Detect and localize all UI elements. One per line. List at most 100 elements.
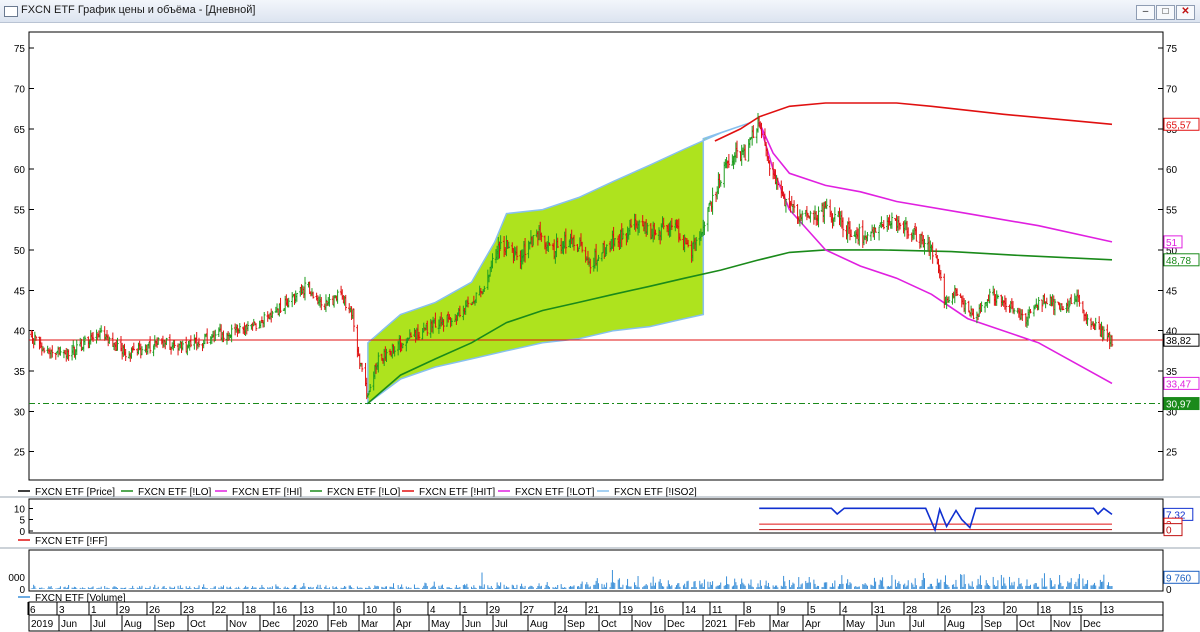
time-bottom-label: Oct [1019,619,1035,630]
time-top-label: 11 [712,605,723,616]
time-bottom-label: Dec [262,619,280,630]
ff-series-line [759,506,1113,533]
y-tick-label-right: 75 [1166,44,1178,55]
time-top-label: 26 [940,605,952,616]
time-top-label: 23 [974,605,986,616]
time-top-label: 10 [336,605,348,616]
time-top-label: 1 [91,605,97,616]
time-top-label: 18 [1040,605,1052,616]
legend-entry: FXCN ETF [!HI] [232,487,302,498]
y-tick-label-left: 60 [14,165,26,176]
time-bottom-label: Feb [738,619,756,630]
y-tick-label-right: 45 [1166,286,1178,297]
time-top-label: 24 [557,605,569,616]
time-bottom-label: May [846,619,865,630]
time-top-label: 19 [622,605,634,616]
price-value-label: 51 [1166,238,1178,249]
legend-entry: FXCN ETF [!ISO2] [614,487,697,498]
y-tick-label-left: 65 [14,125,26,136]
chart-window-icon [4,6,18,17]
y-tick-label-left: 75 [14,44,26,55]
volume-right-tick-label: 0 [1166,585,1172,596]
ff-panel-frame [28,498,1164,534]
price-value-label: 30,97 [1166,400,1191,411]
time-top-label: 9 [780,605,786,616]
time-top-label: 28 [906,605,918,616]
time-bottom-label: Jul [912,619,925,630]
time-top-label: 29 [489,605,501,616]
ff-legend-entry: FXCN ETF [!FF] [35,536,107,547]
time-bottom-label: Mar [361,619,379,630]
y-tick-label-left: 25 [14,448,26,459]
lot-trend-line [758,122,1113,385]
window-title: FXCN ETF График цены и объёма - [Дневной… [21,4,256,16]
ff-y-tick-label: 0 [19,527,25,538]
time-top-label: 13 [303,605,315,616]
time-bottom-label: Aug [530,619,548,630]
time-bottom-label: Jun [465,619,481,630]
time-bottom-label: Jun [879,619,895,630]
time-top-label: 16 [276,605,288,616]
time-top-label: 26 [149,605,161,616]
time-top-label: 1 [462,605,468,616]
time-top-label: 15 [1072,605,1084,616]
time-top-label: 4 [430,605,436,616]
volume-value-label: 9 760 [1166,573,1191,584]
time-top-label: 5 [810,605,816,616]
time-bottom-label: Dec [667,619,685,630]
ff-value-labels: 7,3230 [1163,507,1194,537]
time-bottom-label: Oct [190,619,206,630]
time-bottom-label: Jul [495,619,508,630]
time-top-label: 16 [653,605,665,616]
time-top-label: 3 [59,605,65,616]
time-bottom-label: Aug [947,619,965,630]
price-value-label: 48,78 [1166,256,1191,267]
legend-entry: FXCN ETF [!LO] [327,487,401,498]
restore-button[interactable]: □ [1156,5,1175,20]
time-bottom-label: Nov [634,619,652,630]
window-title-bar[interactable]: FXCN ETF График цены и объёма - [Дневной… [0,0,1200,23]
time-top-label: 23 [183,605,195,616]
time-top-label: 14 [685,605,697,616]
time-bottom-label: Jul [93,619,106,630]
y-tick-label-right: 60 [1166,165,1178,176]
ff-y-tick-label: 10 [14,504,26,515]
time-top-label: 18 [245,605,257,616]
time-top-label: 8 [746,605,752,616]
price-legend: FXCN ETF [Price] FXCN ETF [!LO] FXCN ETF [… [18,487,697,498]
time-top-label: 20 [1006,605,1018,616]
y-tick-label-left: 45 [14,286,26,297]
legend-entry: FXCN ETF [!LO] [138,487,212,498]
time-top-label: 4 [842,605,848,616]
y-tick-label-left: 50 [14,246,26,257]
price-value-label: 33,47 [1166,379,1191,390]
volume-value-labels: 9 760 [1163,570,1200,584]
time-bottom-label: Aug [124,619,142,630]
time-top-label: 6 [30,605,36,616]
time-top-label: 29 [119,605,131,616]
volume-y-tick-label: 000 [8,573,25,584]
time-bottom-label: 2021 [705,619,728,630]
time-bottom-label: 2020 [296,619,319,630]
y-tick-label-right: 55 [1166,206,1178,217]
y-tick-label-right: 70 [1166,85,1178,96]
time-top-label: 22 [215,605,227,616]
legend-entry: FXCN ETF [Price] [35,487,115,498]
y-tick-label-right: 35 [1166,367,1178,378]
time-bottom-label: Mar [772,619,790,630]
time-bottom-label: Nov [229,619,247,630]
close-button[interactable]: ✕ [1176,5,1195,20]
time-top-label: 21 [588,605,600,616]
time-bottom-label: Nov [1053,619,1071,630]
y-tick-label-left: 70 [14,85,26,96]
time-bottom-label: Feb [330,619,348,630]
ff-panel: 0510 FXCN ETF [!FF] [14,504,1113,547]
minimize-button[interactable]: – [1136,5,1155,20]
y-tick-label-left: 55 [14,206,26,217]
time-top-label: 13 [1103,605,1115,616]
chart-area[interactable]: 2525303035354040454550505555606065657070… [0,22,1200,632]
time-bottom-label: May [431,619,450,630]
price-channel-band [367,121,752,405]
y-tick-label-left: 30 [14,407,26,418]
hit-trend-line [714,102,1113,142]
